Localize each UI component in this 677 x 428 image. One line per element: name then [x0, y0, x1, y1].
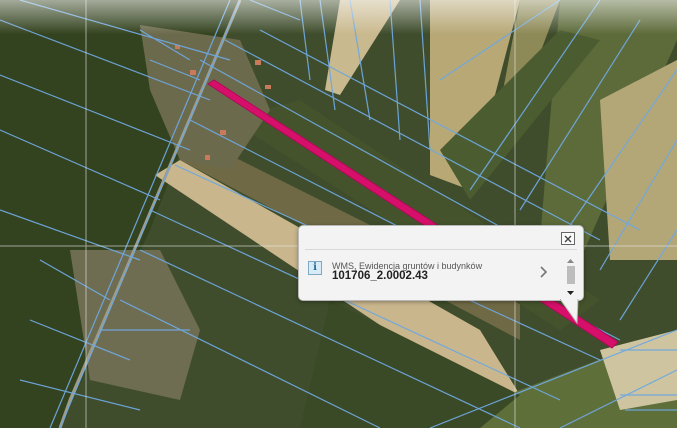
popup-close-button[interactable]	[561, 232, 575, 245]
feature-info-popup: i WMS, Ewidencja gruntów i budynków 1017…	[298, 225, 584, 301]
popup-scrollbar[interactable]	[565, 258, 576, 296]
popup-separator	[305, 249, 577, 250]
popup-pointer	[560, 299, 579, 325]
map-vignette	[0, 0, 677, 428]
map-view[interactable]	[0, 0, 677, 428]
info-icon: i	[308, 261, 322, 275]
close-icon	[564, 235, 572, 242]
chevron-right-icon	[540, 266, 548, 278]
scrollbar-thumb[interactable]	[567, 266, 575, 284]
feature-id[interactable]: 101706_2.0002.43	[332, 270, 428, 282]
next-feature-button[interactable]	[539, 265, 549, 279]
